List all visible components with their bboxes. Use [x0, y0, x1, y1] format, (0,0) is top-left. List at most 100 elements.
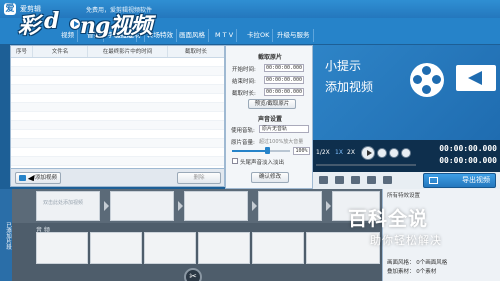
progress-slider[interactable] — [316, 164, 416, 166]
watermark-logo: 彩 d ng视频 — [18, 8, 152, 40]
next-frame-button[interactable] — [389, 148, 399, 158]
list-row[interactable] — [11, 139, 224, 148]
fade-checkbox[interactable] — [232, 158, 238, 164]
preview-tip-title: 小提示 — [325, 59, 362, 73]
baike-title: 百科全说 — [348, 208, 429, 230]
volume-button[interactable] — [401, 148, 411, 158]
watermark-text-c: ng视频 — [80, 13, 152, 39]
snapshot-icon[interactable] — [319, 176, 328, 184]
transition-arrow-icon — [178, 201, 183, 211]
folder-icon[interactable] — [335, 176, 344, 184]
list-row[interactable] — [11, 157, 224, 166]
play-icon — [367, 150, 372, 156]
open-project-icon[interactable] — [351, 176, 360, 184]
watermark-text-b: d — [44, 8, 59, 34]
section-title-audio: 声音设置 — [257, 116, 282, 123]
export-video-button[interactable]: 导出视频 — [423, 173, 496, 188]
audio-slot[interactable] — [252, 232, 304, 264]
clip-slot[interactable] — [258, 191, 322, 221]
picture-style-label: 画面风格： — [387, 260, 415, 266]
list-row[interactable] — [11, 94, 224, 103]
list-row[interactable] — [11, 67, 224, 76]
settings-icon[interactable] — [383, 176, 392, 184]
clip-slot[interactable] — [110, 191, 174, 221]
player-controls: 1/2X 1X 2X 00:00:00.000 00:00:00.000 — [313, 140, 500, 172]
list-row[interactable] — [11, 121, 224, 130]
list-row[interactable] — [11, 103, 224, 112]
col-filename[interactable]: 文件名 — [33, 46, 88, 57]
save-icon[interactable] — [367, 176, 376, 184]
added-clips-tab[interactable]: 已添加片段 — [0, 189, 12, 281]
export-video-label: 导出视频 — [462, 176, 490, 184]
col-index[interactable]: 序号 — [11, 46, 33, 57]
col-duration[interactable]: 截取时长 — [168, 46, 224, 57]
timeline-panel: 已添加片段 双击此处添加视频 音 频 ✂ — [0, 189, 382, 281]
total-time: 00:00:00.000 — [439, 156, 497, 165]
tab-picture-style[interactable]: 画面风格 — [176, 29, 209, 42]
start-time-field[interactable]: 00:00:00.000 — [264, 64, 304, 72]
list-row[interactable] — [11, 148, 224, 157]
transition-arrow-icon — [104, 201, 109, 211]
tab-mtv[interactable]: M T V — [212, 29, 238, 42]
scissors-icon[interactable]: ✂ — [184, 268, 202, 281]
preview-window: 小提示 添加视频 — [313, 45, 500, 140]
film-reel-icon — [410, 63, 444, 97]
audio-slot[interactable] — [198, 232, 250, 264]
section-title-clip: 截取原片 — [257, 54, 282, 61]
duration-field[interactable]: 00:00:00.000 — [264, 88, 304, 96]
list-row[interactable] — [11, 58, 224, 67]
picture-style-count: 画面风格： 0个画面风格 — [387, 258, 447, 266]
clip-toolbar: 添加视频 删除 — [10, 168, 225, 187]
list-row[interactable] — [11, 130, 224, 139]
current-time: 00:00:00.000 — [439, 144, 497, 153]
effects-summary-title: 所有特效设置 — [387, 193, 421, 199]
clip-placeholder[interactable]: 双击此处添加视频 — [36, 191, 100, 221]
add-video-label: 添加视频 — [34, 175, 57, 181]
speed-normal-button[interactable]: 1X — [335, 148, 343, 157]
confirm-button[interactable]: 确认修改 — [251, 172, 289, 183]
speed-double-button[interactable]: 2X — [347, 148, 355, 157]
material-value: 0个素材 — [416, 269, 437, 275]
clip-list-header: 序号 文件名 在最终影片中的时间 截取时长 — [11, 46, 224, 58]
tab-karaoke[interactable]: 卡拉OK — [244, 29, 274, 42]
film-icon — [19, 175, 26, 181]
col-final-time[interactable]: 在最终影片中的时间 — [88, 46, 168, 57]
volume-value[interactable]: 100% — [293, 147, 310, 155]
preview-clip-button[interactable]: 预览/截取原片 — [248, 99, 296, 109]
baike-watermark: 百科全说 助你轻松解决 — [348, 204, 468, 252]
clip-settings-panel: 截取原片 开始时间: 00:00:00.000 结束时间: 00:00:00.0… — [225, 45, 313, 189]
volume-slider-fill — [232, 150, 267, 152]
start-time-label: 开始时间: — [232, 67, 256, 73]
fade-label: 头尾声音淡入淡出 — [240, 160, 285, 166]
list-row[interactable] — [11, 76, 224, 85]
preview-toolbar: 导出视频 — [313, 172, 500, 189]
list-row[interactable] — [11, 85, 224, 94]
speed-half-button[interactable]: 1/2X — [316, 148, 330, 157]
tab-upgrade-service[interactable]: 升级与服务 — [274, 29, 314, 42]
watermark-text-a: 彩 — [18, 13, 40, 39]
picture-style-value: 0个画面风格 — [416, 260, 448, 266]
material-count: 叠加素材： 0个素材 — [387, 267, 436, 275]
material-label: 叠加素材： — [387, 269, 415, 275]
stop-button[interactable] — [377, 148, 387, 158]
app-logo-icon: 爱 — [4, 3, 16, 15]
delete-button[interactable]: 删除 — [177, 172, 221, 184]
end-time-field[interactable]: 00:00:00.000 — [264, 76, 304, 84]
transition-arrow-icon — [252, 201, 257, 211]
audio-slot[interactable] — [90, 232, 142, 264]
transition-arrow-icon — [326, 201, 331, 211]
audio-track-select[interactable]: 原片无音轨 — [259, 125, 309, 133]
audio-track — [36, 232, 382, 264]
audio-slot[interactable] — [144, 232, 196, 264]
add-video-button[interactable]: 添加视频 — [15, 172, 61, 184]
duration-label: 截取时长: — [232, 91, 256, 97]
add-video-hint: 双击此处添加视频 — [43, 200, 84, 206]
volume-label: 原片音量: — [231, 140, 255, 146]
volume-hint: 超过100%放大音量 — [259, 139, 304, 145]
list-row[interactable] — [11, 112, 224, 121]
clip-list: 序号 文件名 在最终影片中的时间 截取时长 — [10, 45, 225, 171]
volume-slider-handle[interactable] — [264, 147, 270, 154]
play-button[interactable] — [361, 146, 375, 160]
clip-slot[interactable] — [184, 191, 248, 221]
audio-slot[interactable] — [36, 232, 88, 264]
